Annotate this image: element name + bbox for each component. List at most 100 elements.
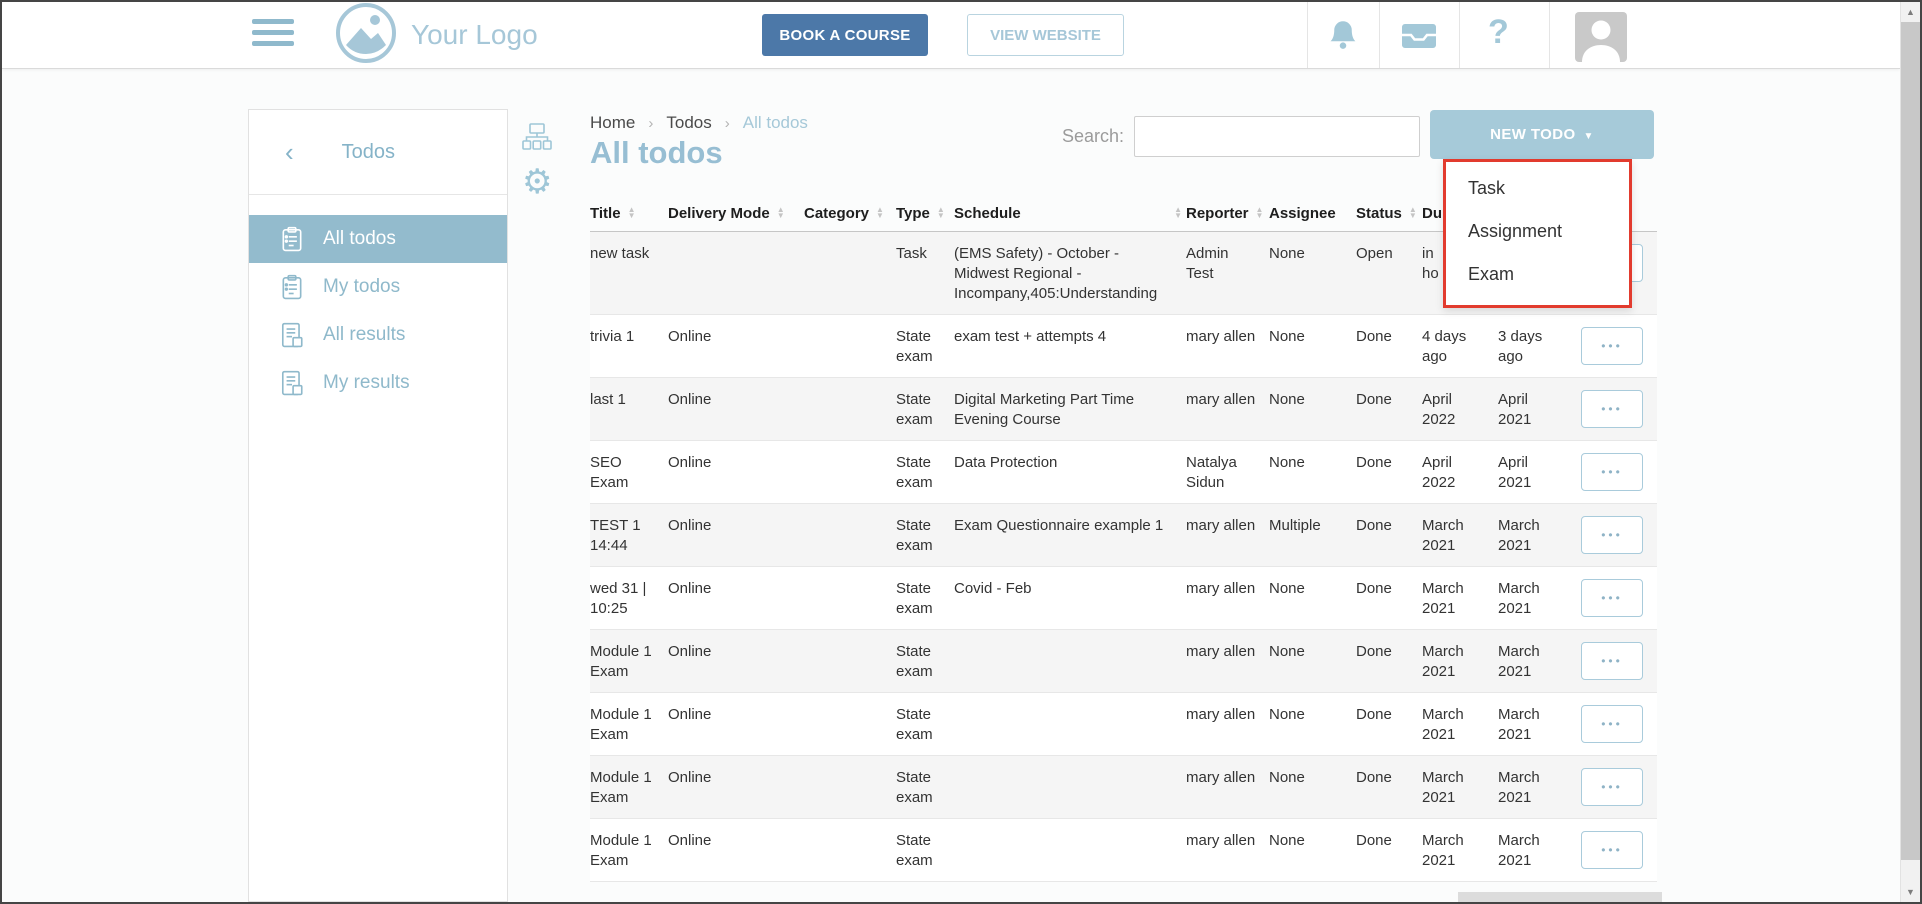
column-header-title[interactable]: Title▲▼ [590, 205, 668, 222]
row-actions-button[interactable]: ••• [1581, 579, 1643, 617]
cell-reporter: Admin Test [1186, 232, 1269, 314]
breadcrumb-home[interactable]: Home [590, 113, 635, 133]
cell-status: Done [1356, 819, 1422, 881]
ellipsis-icon: ••• [1601, 402, 1623, 416]
sitemap-icon[interactable] [522, 123, 552, 156]
menu-item-assignment[interactable]: Assignment [1446, 210, 1629, 253]
table-row: last 1OnlineState examDigital Marketing … [590, 378, 1657, 441]
row-actions-button[interactable]: ••• [1581, 831, 1643, 869]
cell-actions: ••• [1567, 378, 1657, 440]
column-header-category[interactable]: Category▲▼ [804, 205, 896, 222]
header-divider [1379, 2, 1380, 68]
cell-assignee: None [1269, 693, 1356, 755]
vertical-scrollbar[interactable]: ▲ ▼ [1900, 2, 1920, 902]
cell-category [804, 504, 896, 566]
ellipsis-icon: ••• [1601, 717, 1623, 731]
row-actions-button[interactable]: ••• [1581, 453, 1643, 491]
results-icon [279, 322, 305, 348]
sort-arrows-icon: ▲▼ [1256, 207, 1264, 219]
new-todo-button[interactable]: NEW TODO▼ [1430, 110, 1654, 159]
sort-arrows-icon: ▲▼ [1409, 207, 1417, 219]
column-header-status[interactable]: Status▲▼ [1356, 205, 1422, 222]
cell-reporter: mary allen [1186, 504, 1269, 566]
cell-actions: ••• [1567, 693, 1657, 755]
cell-due: April 2022 [1422, 378, 1498, 440]
cell-type: State exam [896, 378, 954, 440]
cell-delivery-mode: Online [668, 378, 804, 440]
menu-item-exam[interactable]: Exam [1446, 253, 1629, 296]
notifications-bell-icon[interactable] [1328, 18, 1358, 57]
column-label: Type [896, 205, 930, 222]
header-divider [1307, 2, 1308, 68]
column-label: Category [804, 205, 869, 222]
column-header-assignee: Assignee [1269, 205, 1356, 222]
column-header-schedule[interactable]: Schedule▲▼ [954, 205, 1186, 222]
cell-status: Done [1356, 441, 1422, 503]
book-a-course-button[interactable]: BOOK A COURSE [762, 14, 928, 56]
cell-category [804, 693, 896, 755]
help-question-icon[interactable]: ? [1488, 13, 1509, 52]
row-actions-button[interactable]: ••• [1581, 390, 1643, 428]
ellipsis-icon: ••• [1601, 591, 1623, 605]
column-header-delivery-mode[interactable]: Delivery Mode▲▼ [668, 205, 804, 222]
table-row: Module 1 ExamOnlineState exammary allenN… [590, 630, 1657, 693]
column-header-reporter[interactable]: Reporter▲▼ [1186, 205, 1269, 222]
breadcrumb-current: All todos [743, 113, 808, 133]
logo-image-icon [335, 2, 397, 69]
ellipsis-icon: ••• [1601, 465, 1623, 479]
breadcrumb-todos[interactable]: Todos [666, 113, 711, 133]
sidebar-item-my-todos[interactable]: My todos [249, 263, 507, 311]
cell-status: Done [1356, 630, 1422, 692]
page-title: All todos [590, 135, 723, 171]
sidebar-item-my-results[interactable]: My results [249, 359, 507, 407]
sidebar-header: ‹ Todos [249, 110, 507, 195]
back-chevron-icon[interactable]: ‹ [285, 141, 294, 163]
new-todo-menu: TaskAssignmentExam [1443, 159, 1632, 308]
table-row: Module 1 ExamOnlineState exammary allenN… [590, 693, 1657, 756]
column-label: Schedule [954, 205, 1021, 222]
cell-type: State exam [896, 630, 954, 692]
user-avatar[interactable] [1575, 12, 1627, 67]
vertical-scrollbar-thumb[interactable] [1901, 22, 1920, 860]
cell-category [804, 567, 896, 629]
column-header-type[interactable]: Type▲▼ [896, 205, 954, 222]
sidebar: ‹ Todos All todosMy todosAll resultsMy r… [248, 109, 508, 902]
cell-due: March 2021 [1422, 819, 1498, 881]
sort-arrows-icon: ▲▼ [628, 207, 636, 219]
sort-arrows-icon: ▲▼ [777, 207, 785, 219]
view-website-button[interactable]: VIEW WEBSITE [967, 14, 1124, 56]
cell-due: April 2022 [1422, 441, 1498, 503]
sidebar-item-all-results[interactable]: All results [249, 311, 507, 359]
row-actions-button[interactable]: ••• [1581, 516, 1643, 554]
row-actions-button[interactable]: ••• [1581, 327, 1643, 365]
content-area: ‹ Todos All todosMy todosAll resultsMy r… [2, 69, 1900, 902]
scroll-down-arrow-icon[interactable]: ▼ [1901, 882, 1920, 902]
cell-schedule: Exam Questionnaire example 1 [954, 504, 1186, 566]
cell-schedule [954, 630, 1186, 692]
cell-category [804, 378, 896, 440]
sidebar-item-all-todos[interactable]: All todos [249, 215, 507, 263]
horizontal-scrollbar-thumb[interactable] [1458, 892, 1662, 904]
cell-status: Open [1356, 232, 1422, 314]
logo: Your Logo [335, 4, 538, 66]
cell-created: 3 days ago [1498, 315, 1567, 377]
cell-reporter: mary allen [1186, 315, 1269, 377]
hamburger-menu-icon[interactable] [252, 19, 294, 46]
inbox-tray-icon[interactable] [1401, 22, 1437, 55]
scroll-up-arrow-icon[interactable]: ▲ [1901, 2, 1920, 22]
row-actions-button[interactable]: ••• [1581, 642, 1643, 680]
cell-created: March 2021 [1498, 504, 1567, 566]
cell-delivery-mode: Online [668, 315, 804, 377]
gear-icon[interactable]: ⚙ [522, 165, 552, 199]
cell-assignee: Multiple [1269, 504, 1356, 566]
cell-category [804, 232, 896, 314]
menu-item-task[interactable]: Task [1446, 167, 1629, 210]
row-actions-button[interactable]: ••• [1581, 705, 1643, 743]
search-input[interactable] [1134, 116, 1420, 157]
cell-created: March 2021 [1498, 567, 1567, 629]
cell-delivery-mode [668, 232, 804, 314]
cell-delivery-mode: Online [668, 819, 804, 881]
cell-title: Module 1 Exam [590, 819, 668, 881]
row-actions-button[interactable]: ••• [1581, 768, 1643, 806]
cell-schedule: Covid - Feb [954, 567, 1186, 629]
